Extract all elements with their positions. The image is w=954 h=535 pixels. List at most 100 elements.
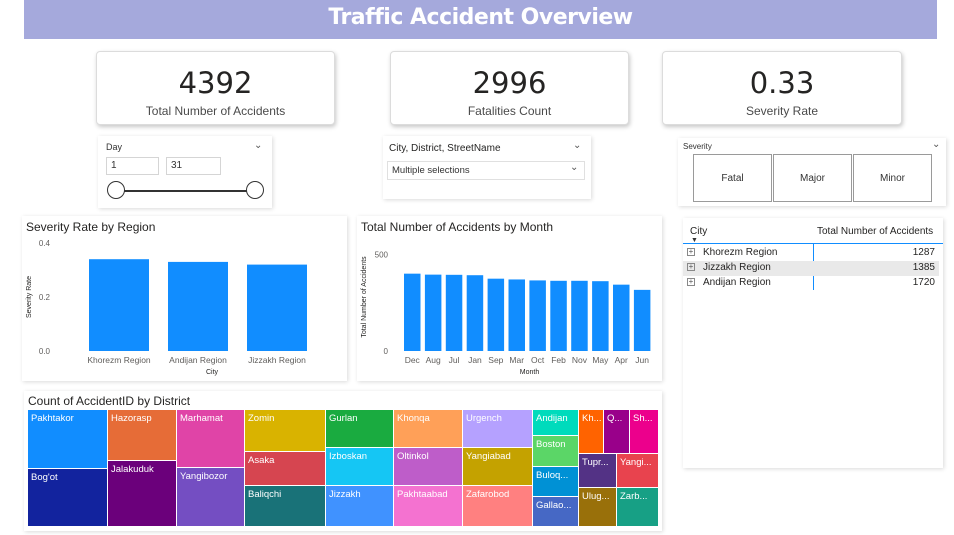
treemap-cell[interactable]: Pakhtaabad (394, 486, 463, 527)
treemap-cell[interactable]: Khonqa (394, 410, 463, 448)
kpi-label: Fatalities Count (467, 104, 552, 118)
treemap-cell[interactable]: Izboskan (326, 448, 394, 486)
expand-icon[interactable]: + (687, 248, 695, 256)
district-treemap-panel: Count of AccidentID by District Pakhtako… (24, 391, 662, 531)
severity-option-minor[interactable]: Minor (853, 154, 932, 202)
bar (466, 275, 484, 351)
treemap-cell[interactable]: Zomin (245, 410, 326, 452)
y-tick-label: 0 (384, 347, 389, 356)
treemap-cell[interactable]: Kh... (579, 410, 604, 454)
treemap-cell[interactable]: Pakhtakor (28, 410, 108, 469)
bar (168, 261, 228, 351)
bar (571, 280, 588, 351)
kpi-label: Total Number of Accidents (145, 104, 286, 118)
y-tick-label: 500 (375, 251, 389, 260)
treemap-cell[interactable]: Marhamat (177, 410, 245, 468)
day-to-input[interactable]: 31 (166, 157, 221, 175)
table-cell-city: Jizzakh Region (703, 262, 771, 273)
chevron-down-icon[interactable]: ⌄ (932, 139, 940, 150)
severity-option-fatal[interactable]: Fatal (693, 154, 772, 202)
table-cell-city: Andijan Region (703, 277, 771, 288)
x-tick-label: Mar (509, 355, 524, 365)
accidents-by-month-chart: 0 500 Total Number of Accidents Dec Aug Jul Ja… (361, 251, 651, 376)
treemap-cell[interactable]: Asaka (245, 452, 326, 486)
treemap-cell[interactable]: Gurlan (326, 410, 394, 448)
day-slicer-title: Day (106, 142, 123, 152)
city-table: City ▼ Total Number of Accidents + Khore… (683, 218, 943, 468)
x-tick-label: Andijan Region (169, 355, 227, 365)
table-header-city[interactable]: City (690, 226, 707, 237)
kpi-card-fatalities: 2996 Fatalities Count (390, 51, 629, 125)
accidents-by-month-chart-panel: Total Number of Accidents by Month 0 500 T… (357, 216, 662, 381)
x-tick-label: Dec (405, 355, 421, 365)
day-from-input[interactable]: 1 (106, 157, 159, 175)
treemap-cell[interactable]: Jizzakh (326, 486, 394, 527)
chevron-down-icon[interactable]: ⌄ (573, 140, 581, 151)
treemap-cell[interactable]: Oltinkol (394, 448, 463, 486)
chart-title: Count of AccidentID by District (28, 394, 191, 408)
severity-option-major[interactable]: Major (773, 154, 852, 202)
location-slicer: City, District, StreetName ⌄ Multiple se… (383, 136, 591, 199)
x-tick-label: Oct (531, 355, 545, 365)
kpi-value: 2996 (472, 66, 547, 100)
bar (445, 274, 463, 351)
x-tick-label: Aug (426, 355, 441, 365)
x-axis-label: City (206, 369, 219, 376)
location-slicer-title: City, District, StreetName (389, 143, 501, 154)
x-tick-label: Jan (468, 355, 482, 365)
day-range-start-handle[interactable] (107, 181, 125, 199)
x-tick-label: Feb (551, 355, 566, 365)
bar (529, 280, 546, 351)
x-tick-label: Sep (488, 355, 503, 365)
bar (487, 278, 505, 351)
treemap-cell[interactable]: Hazorasp (108, 410, 177, 461)
treemap-cell[interactable]: Buloq... (533, 467, 579, 497)
treemap-cell[interactable]: Andijan (533, 410, 579, 436)
x-tick-label: Jun (635, 355, 649, 365)
treemap-cell[interactable]: Zarb... (617, 488, 659, 527)
severity-slicer-title: Severity (683, 142, 712, 151)
table-header-total[interactable]: Total Number of Accidents (817, 226, 933, 237)
kpi-value: 0.33 (749, 66, 815, 100)
y-tick-label: 0.4 (39, 239, 51, 248)
y-axis-label: Severity Rate (26, 276, 33, 318)
table-row[interactable]: + Jizzakh Region 1385 (683, 261, 939, 276)
expand-icon[interactable]: + (687, 263, 695, 271)
treemap-cell[interactable]: Tupr... (579, 454, 617, 488)
treemap-cell[interactable]: Boston (533, 436, 579, 467)
treemap-cell[interactable]: Zafarobod (463, 486, 533, 527)
district-treemap: Pakhtakor Bog'ot Hazorasp Jalakuduk Marhamat… (28, 410, 659, 527)
treemap-cell[interactable]: Q... (604, 410, 630, 454)
kpi-card-severity-rate: 0.33 Severity Rate (662, 51, 902, 125)
treemap-cell[interactable]: Yangibozor (177, 468, 245, 527)
x-tick-label: May (592, 355, 609, 365)
treemap-cell[interactable]: Yangiabad (463, 448, 533, 486)
table-row[interactable]: + Andijan Region 1720 (683, 276, 939, 291)
kpi-card-total-accidents: 4392 Total Number of Accidents (96, 51, 335, 125)
chevron-down-icon[interactable]: ⌄ (254, 140, 262, 151)
bar (508, 279, 525, 351)
bar (592, 281, 609, 351)
severity-slicer: Severity ⌄ Fatal Major Minor (678, 138, 946, 206)
location-dropdown[interactable]: Multiple selections ⌄ (387, 161, 585, 180)
treemap-cell[interactable]: Urgench (463, 410, 533, 448)
page-title: Traffic Accident Overview (24, 0, 937, 39)
treemap-cell[interactable]: Baliqchi (245, 486, 326, 527)
treemap-cell[interactable]: Sh... (630, 410, 659, 454)
bar (550, 280, 567, 351)
expand-icon[interactable]: + (687, 278, 695, 286)
treemap-cell[interactable]: Jalakuduk (108, 461, 177, 527)
day-range-track (116, 190, 256, 192)
treemap-cell[interactable]: Yangi... (617, 454, 659, 488)
y-tick-label: 0.2 (39, 293, 51, 302)
x-tick-label: Jizzakh Region (248, 355, 306, 365)
treemap-cell[interactable]: Ulug... (579, 488, 617, 527)
day-range-end-handle[interactable] (246, 181, 264, 199)
table-row[interactable]: + Khorezm Region 1287 (683, 246, 939, 261)
treemap-cell[interactable]: Gallao... (533, 497, 579, 527)
x-axis-label: Month (520, 369, 540, 376)
severity-rate-chart: 0.0 0.2 0.4 Severity Rate Khorezm Region Andi… (26, 239, 307, 376)
x-tick-label: Apr (615, 355, 628, 365)
treemap-cell[interactable]: Bog'ot (28, 469, 108, 527)
bar (89, 259, 149, 351)
